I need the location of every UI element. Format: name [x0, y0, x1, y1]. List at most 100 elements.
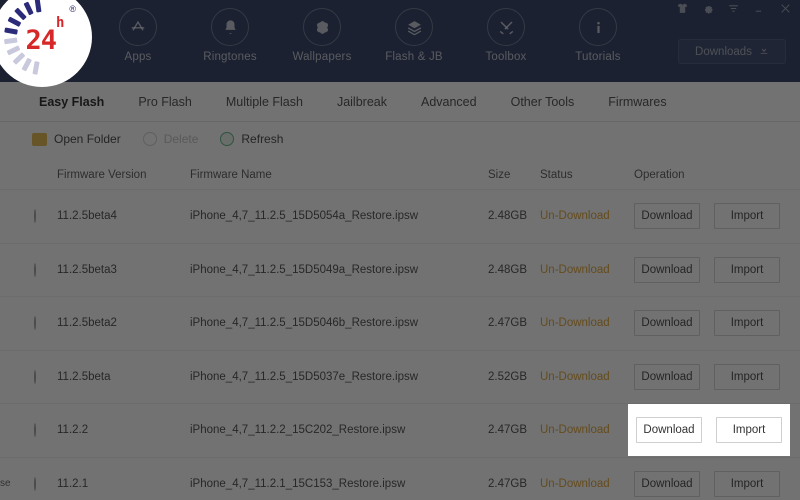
- table-row[interactable]: 11.2.5beta2 iPhone_4,7_11.2.5_15D5046b_R…: [0, 297, 800, 351]
- header-firmware-name: Firmware Name: [190, 168, 272, 181]
- tab-jailbreak[interactable]: Jailbreak: [320, 82, 404, 122]
- watermark-logo: ® 24 h: [0, 0, 92, 87]
- row-radio[interactable]: [34, 209, 36, 224]
- table-row[interactable]: 11.2.5beta4 iPhone_4,7_11.2.5_15D5054a_R…: [0, 190, 800, 244]
- row-radio[interactable]: [34, 476, 36, 491]
- cell-firmware-name: iPhone_4,7_11.2.1_15C153_Restore.ipsw: [190, 477, 406, 490]
- tab-other-tools[interactable]: Other Tools: [494, 82, 592, 122]
- watermark-number: 24: [25, 24, 58, 56]
- tab-multiple-flash[interactable]: Multiple Flash: [209, 82, 320, 122]
- header-status: Status: [540, 168, 573, 181]
- download-button[interactable]: Download: [634, 310, 700, 337]
- cell-status: Un-Download: [540, 477, 610, 490]
- download-button[interactable]: Download: [634, 203, 700, 230]
- settings-gear-icon[interactable]: [702, 3, 714, 15]
- highlighted-import-button[interactable]: Import: [716, 417, 782, 443]
- header-size: Size: [488, 168, 511, 181]
- nav-item-ringtones[interactable]: Ringtones: [184, 8, 276, 63]
- cell-size: 2.48GB: [488, 263, 527, 276]
- skin-icon[interactable]: [676, 2, 689, 15]
- refresh-button[interactable]: Refresh: [220, 132, 283, 146]
- tab-easy-flash[interactable]: Easy Flash: [22, 82, 121, 122]
- import-button[interactable]: Import: [714, 203, 780, 230]
- spotlight-highlight: Download Import: [628, 404, 790, 456]
- table-row[interactable]: 11.2.1 iPhone_4,7_11.2.1_15C153_Restore.…: [0, 457, 800, 500]
- cell-size: 2.52GB: [488, 370, 527, 383]
- tab-pro-flash[interactable]: Pro Flash: [121, 82, 209, 122]
- cell-status: Un-Download: [540, 263, 610, 276]
- header-operation: Operation: [634, 168, 685, 181]
- tab-firmwares[interactable]: Firmwares: [591, 82, 683, 122]
- table-header: Firmware Version Firmware Name Size Stat…: [0, 160, 800, 190]
- top-navigation-bar: Device Apps Ringtones: [0, 0, 800, 82]
- header-firmware-version: Firmware Version: [57, 168, 147, 181]
- nav-label: Apps: [124, 51, 152, 63]
- flash-icon: [395, 8, 433, 46]
- highlighted-download-button[interactable]: Download: [636, 417, 702, 443]
- menu-icon[interactable]: [727, 2, 740, 15]
- cell-firmware-version: 11.2.5beta3: [57, 263, 117, 276]
- cell-status: Un-Download: [540, 370, 610, 383]
- nav-label: Ringtones: [203, 51, 257, 63]
- close-icon[interactable]: [779, 2, 792, 15]
- import-button[interactable]: Import: [714, 363, 780, 390]
- import-button[interactable]: Import: [714, 310, 780, 337]
- cell-size: 2.47GB: [488, 317, 527, 330]
- window-controls: [676, 2, 792, 15]
- bell-icon: [211, 8, 249, 46]
- import-button[interactable]: Import: [714, 470, 780, 497]
- cell-status: Un-Download: [540, 210, 610, 223]
- delete-label: Delete: [163, 132, 199, 146]
- download-button[interactable]: Download: [634, 470, 700, 497]
- delete-button: Delete: [142, 132, 199, 146]
- downloads-button[interactable]: Downloads: [678, 39, 786, 64]
- delete-icon: [142, 132, 157, 146]
- row-radio[interactable]: [34, 369, 36, 384]
- minimize-icon[interactable]: [753, 2, 766, 15]
- cell-firmware-name: iPhone_4,7_11.2.5_15D5054a_Restore.ipsw: [190, 210, 419, 223]
- cell-status: Un-Download: [540, 424, 610, 437]
- cell-firmware-name: iPhone_4,7_11.2.2_15C202_Restore.ipsw: [190, 424, 406, 437]
- cell-firmware-version: 11.2.5beta2: [57, 317, 117, 330]
- refresh-label: Refresh: [241, 132, 284, 146]
- tools-icon: [487, 8, 525, 46]
- cell-size: 2.48GB: [488, 210, 527, 223]
- nav-item-apps[interactable]: Apps: [92, 8, 184, 63]
- nav-label: Flash & JB: [385, 51, 443, 63]
- import-button[interactable]: Import: [714, 256, 780, 283]
- open-folder-button[interactable]: Open Folder: [32, 132, 121, 146]
- table-row[interactable]: 11.2.5beta iPhone_4,7_11.2.5_15D5037e_Re…: [0, 350, 800, 404]
- nav-item-tutorials[interactable]: Tutorials: [552, 8, 644, 63]
- download-button[interactable]: Download: [634, 363, 700, 390]
- nav-item-toolbox[interactable]: Toolbox: [460, 8, 552, 63]
- app-window: Device Apps Ringtones: [0, 0, 800, 500]
- tab-advanced[interactable]: Advanced: [404, 82, 494, 122]
- row-radio[interactable]: [34, 423, 36, 438]
- apps-icon: [119, 8, 157, 46]
- cell-firmware-name: iPhone_4,7_11.2.5_15D5046b_Restore.ipsw: [190, 317, 419, 330]
- refresh-icon: [220, 132, 235, 146]
- cell-size: 2.47GB: [488, 477, 527, 490]
- cell-firmware-name: iPhone_4,7_11.2.5_15D5049a_Restore.ipsw: [190, 263, 419, 276]
- edge-partial-text: se: [0, 478, 11, 489]
- folder-icon: [32, 132, 47, 146]
- cell-status: Un-Download: [540, 317, 610, 330]
- wallpaper-icon: [303, 8, 341, 46]
- open-folder-label: Open Folder: [54, 132, 121, 146]
- cell-size: 2.47GB: [488, 424, 527, 437]
- row-radio[interactable]: [34, 262, 36, 277]
- nav-item-flash-jb[interactable]: Flash & JB: [368, 8, 460, 63]
- action-toolbar: Open Folder Delete Refresh: [0, 122, 800, 156]
- download-button[interactable]: Download: [634, 256, 700, 283]
- tab-bar: Easy Flash Pro Flash Multiple Flash Jail…: [0, 82, 800, 122]
- cell-firmware-version: 11.2.5beta: [57, 370, 111, 383]
- watermark-unit: h: [56, 15, 65, 31]
- nav-item-wallpapers[interactable]: Wallpapers: [276, 8, 368, 63]
- downloads-label: Downloads: [695, 45, 752, 58]
- cell-firmware-name: iPhone_4,7_11.2.5_15D5037e_Restore.ipsw: [190, 370, 419, 383]
- row-radio[interactable]: [34, 316, 36, 331]
- cell-firmware-version: 11.2.5beta4: [57, 210, 117, 223]
- nav-label: Wallpapers: [292, 51, 352, 63]
- nav-label: Tutorials: [575, 51, 621, 63]
- table-row[interactable]: 11.2.5beta3 iPhone_4,7_11.2.5_15D5049a_R…: [0, 243, 800, 297]
